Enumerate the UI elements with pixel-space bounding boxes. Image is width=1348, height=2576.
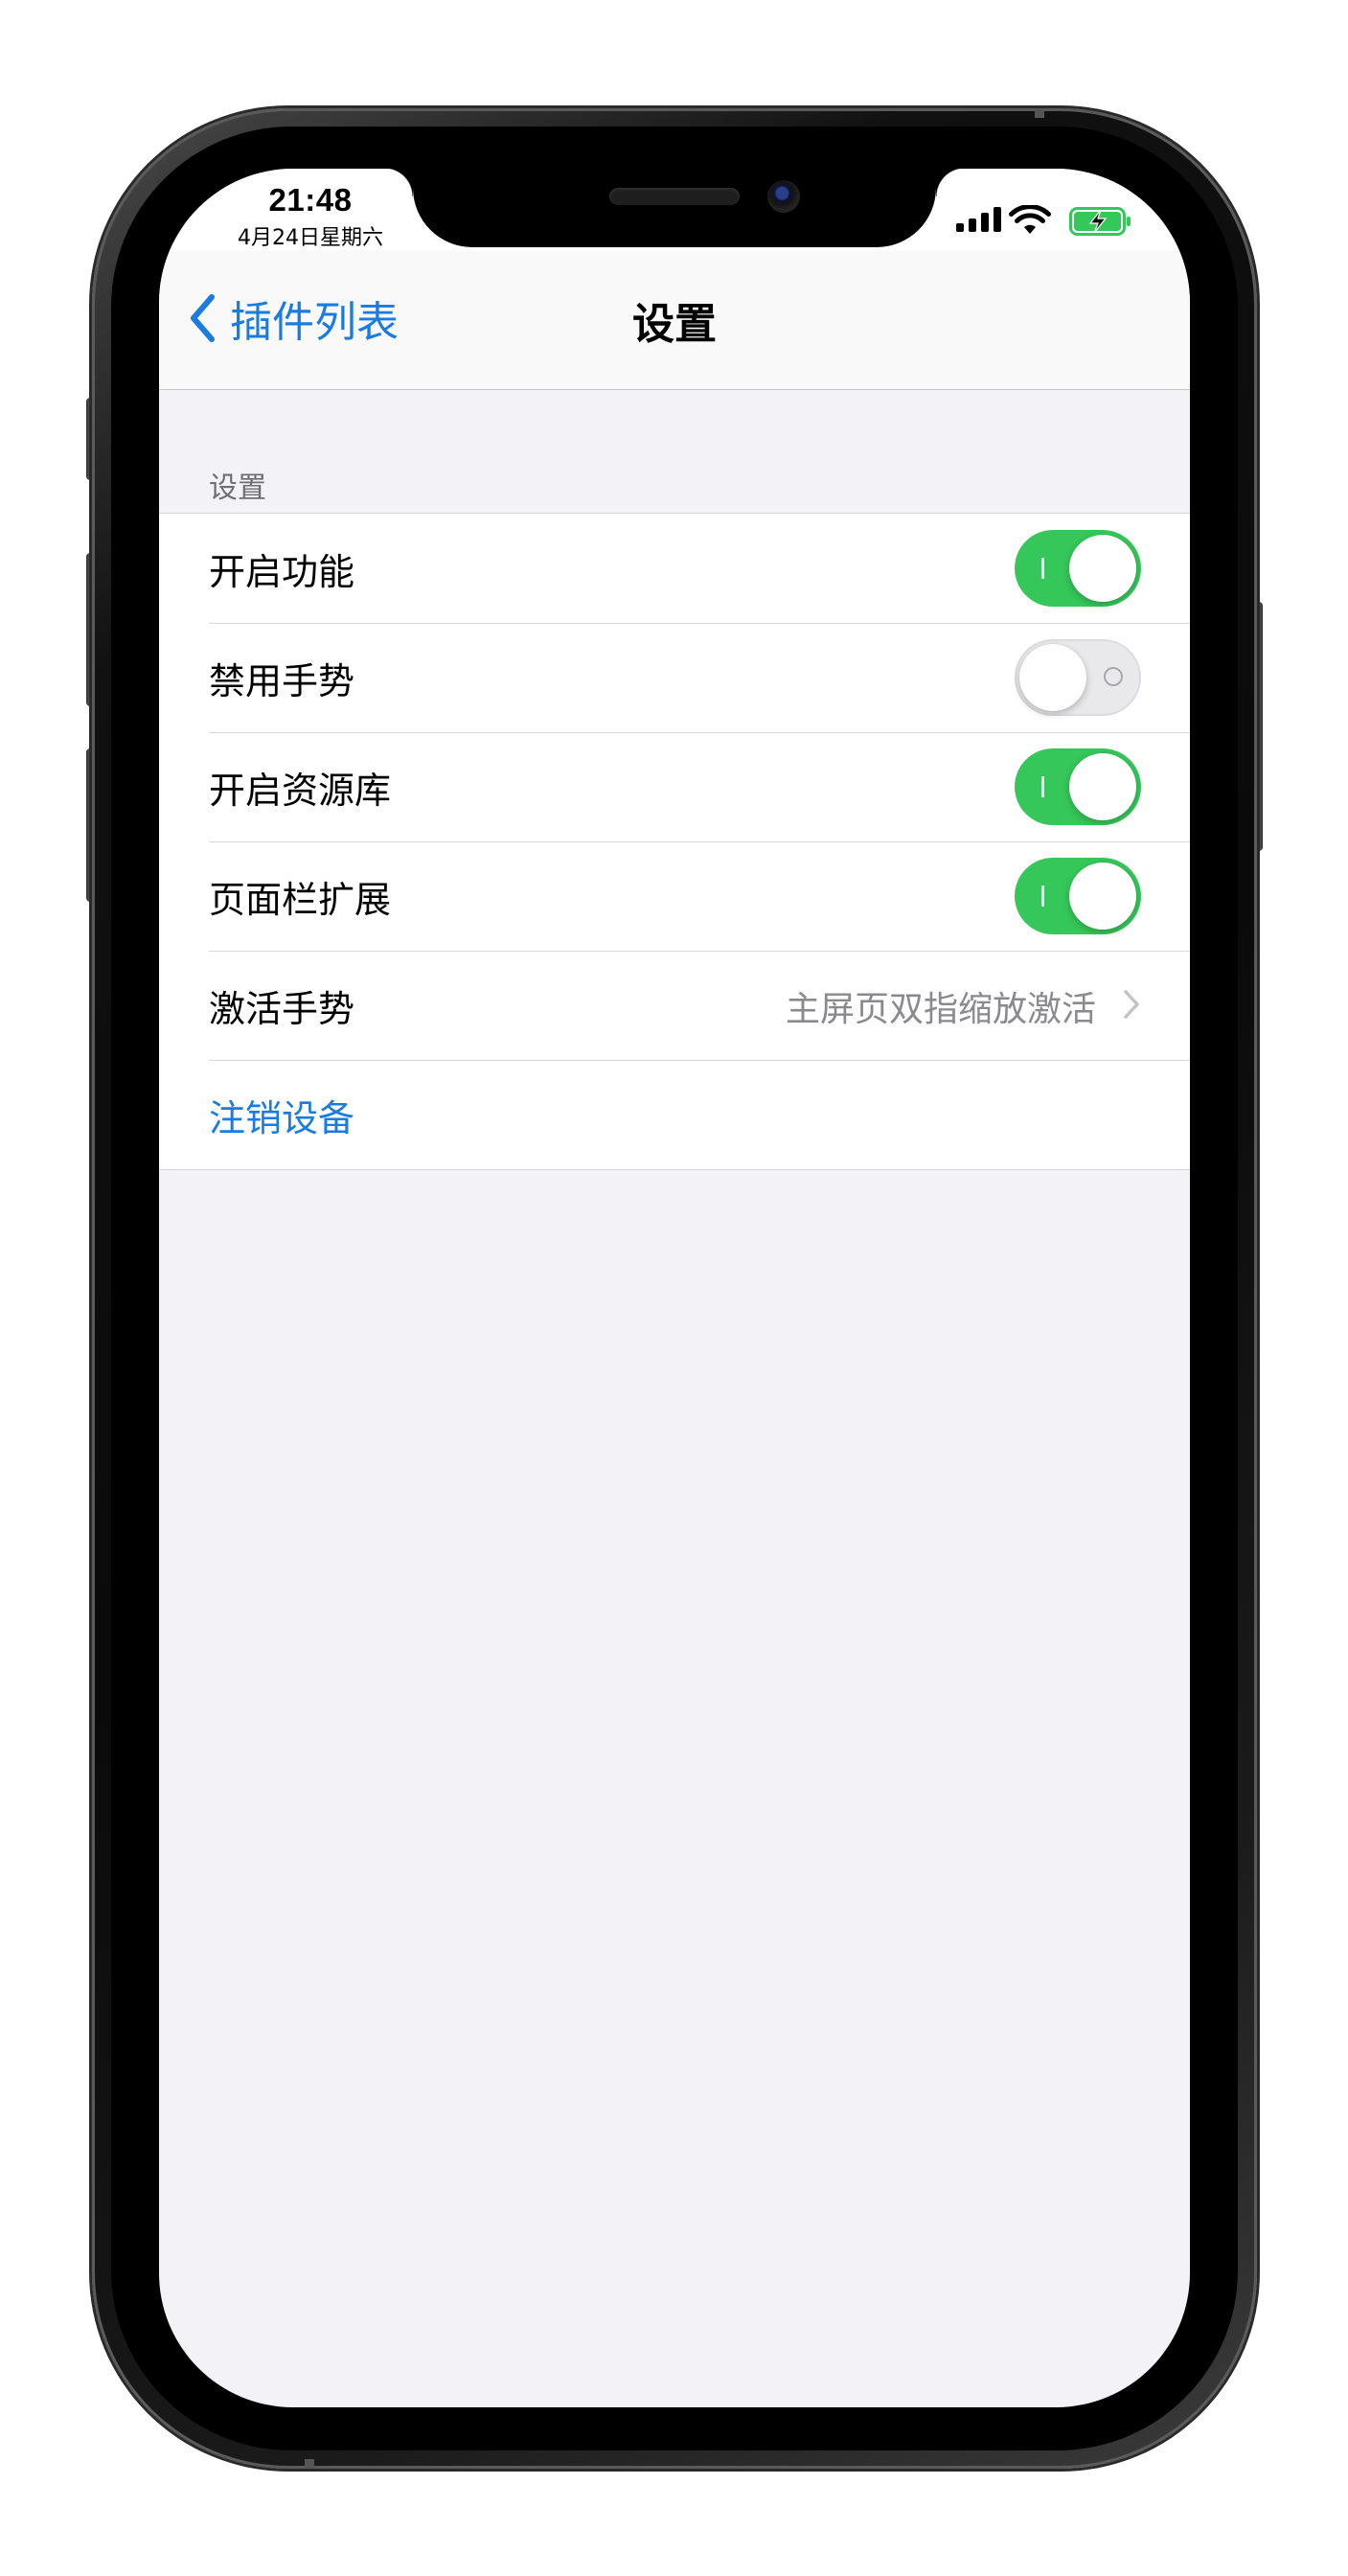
logout-device-button[interactable]: 注销设备: [159, 1060, 1190, 1169]
wifi-icon: [1009, 205, 1051, 234]
front-camera: [767, 180, 800, 213]
page-bar-extension-toggle[interactable]: [1015, 858, 1141, 934]
settings-row-enable-feature: 开启功能: [159, 514, 1190, 623]
battery-charging-icon: [1069, 207, 1131, 236]
activation-gesture-value: 主屏页双指缩放激活: [785, 990, 1096, 1029]
toggle-knob: [1069, 862, 1136, 930]
chevron-right-icon: [1124, 990, 1139, 1019]
enable-feature-toggle[interactable]: [1015, 530, 1141, 607]
status-date: 4月24日星期六: [238, 226, 383, 250]
toggle-knob: [1069, 753, 1136, 820]
antenna-band: [305, 2459, 314, 2469]
row-label: 激活手势: [209, 987, 355, 1030]
navigation-bar: 插件列表 设置: [159, 251, 1190, 390]
section-header: 设置: [209, 472, 266, 505]
settings-row-disable-gesture: 禁用手势: [159, 623, 1190, 732]
cellular-signal-icon: [956, 207, 1001, 232]
phone-screen: 21:48 4月24日星期六 插件列表 设置 设置 开启功能 禁用手势 开启资源…: [159, 169, 1190, 2407]
toggle-knob: [1019, 644, 1086, 711]
toggle-off-indicator: [1104, 667, 1123, 686]
toggle-knob: [1069, 535, 1136, 602]
toggle-on-indicator: [1041, 886, 1044, 907]
toggle-on-indicator: [1041, 558, 1044, 579]
page-title: 设置: [632, 300, 717, 349]
notch: [384, 169, 965, 247]
settings-row-activation-gesture[interactable]: 激活手势 主屏页双指缩放激活: [159, 951, 1190, 1060]
antenna-band: [1035, 108, 1044, 118]
row-label: 注销设备: [209, 1096, 355, 1139]
enable-library-toggle[interactable]: [1015, 748, 1141, 825]
settings-row-enable-library: 开启资源库: [159, 732, 1190, 841]
toggle-on-indicator: [1041, 776, 1044, 797]
disable-gesture-toggle[interactable]: [1015, 639, 1141, 716]
device-mockup: 21:48 4月24日星期六 插件列表 设置 设置 开启功能 禁用手势 开启资源…: [0, 0, 1348, 2576]
row-label: 开启功能: [209, 550, 355, 593]
row-label: 禁用手势: [209, 659, 355, 702]
settings-row-page-bar-extension: 页面栏扩展: [159, 841, 1190, 951]
row-label: 开启资源库: [209, 769, 392, 812]
earpiece-speaker: [609, 188, 740, 205]
settings-group: 开启功能 禁用手势 开启资源库 页面栏扩展 激活手势 主屏页双指缩放激活 注销设…: [159, 513, 1190, 1170]
status-time: 21:48: [268, 182, 353, 218]
row-label: 页面栏扩展: [209, 878, 392, 921]
